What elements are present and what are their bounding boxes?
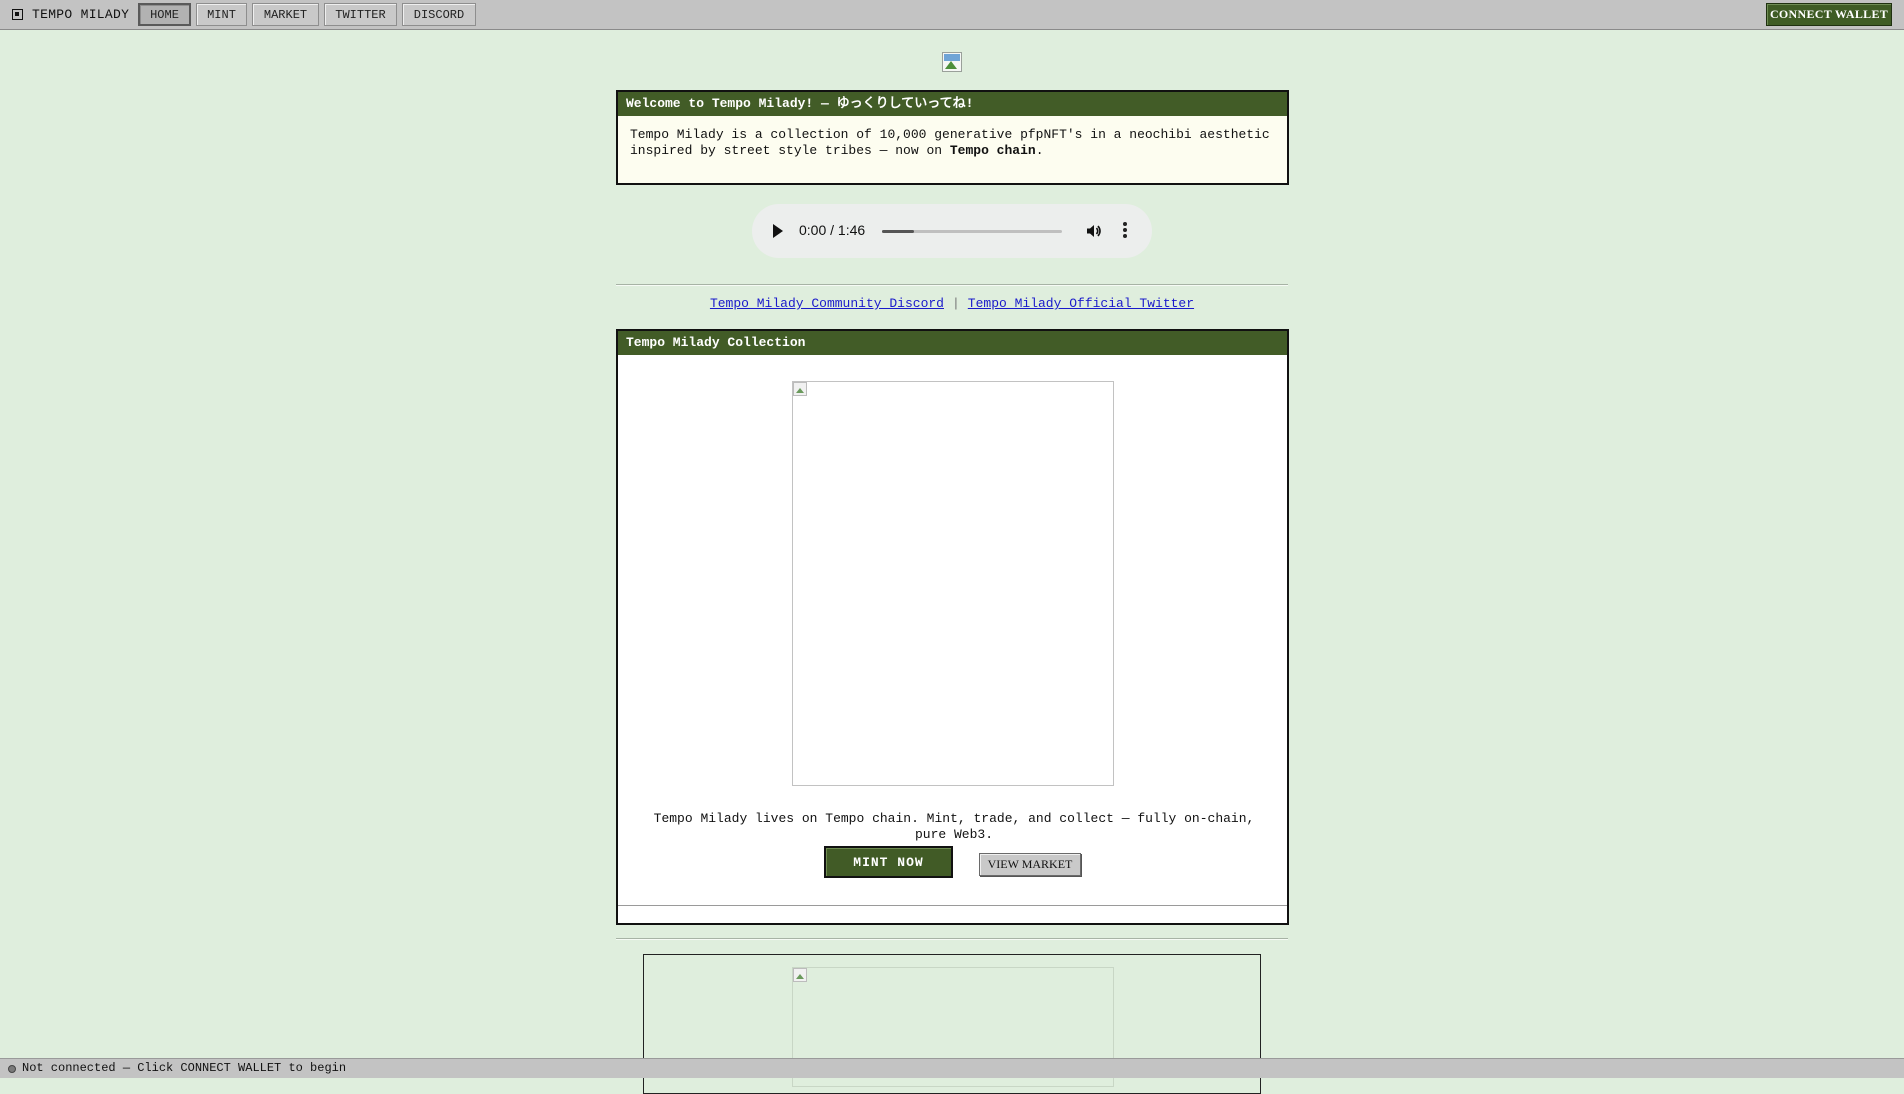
- collection-preview-image: [792, 381, 1114, 786]
- volume-icon[interactable]: [1086, 223, 1102, 239]
- social-links: Tempo Milady Community Discord | Tempo Mil…: [616, 296, 1288, 311]
- nav-discord-label: DISCORD: [413, 7, 465, 22]
- welcome-text-end: .: [1035, 143, 1044, 158]
- nav-twitter-button[interactable]: TWITTER: [324, 3, 397, 26]
- brand[interactable]: TEMPO MILADY: [12, 7, 129, 22]
- connect-wallet-label: CONNECT WALLET: [1769, 7, 1889, 21]
- top-nav-bar: TEMPO MILADY HOME MINT MARKET TWITTER DI…: [0, 0, 1904, 30]
- nav-home-label: HOME: [150, 7, 179, 22]
- broken-image-icon: [793, 968, 807, 982]
- welcome-text: Tempo Milady is a collection of 10,000 g…: [618, 116, 1287, 170]
- logo-broken-image-icon: [942, 52, 962, 72]
- view-market-label: VIEW MARKET: [987, 857, 1073, 871]
- nav-market-button[interactable]: MARKET: [252, 3, 319, 26]
- audio-time: 0:00 / 1:46: [799, 222, 866, 238]
- status-bar: Not connected — Click CONNECT WALLET to …: [0, 1058, 1904, 1078]
- nav-mint-button[interactable]: MINT: [196, 3, 247, 26]
- view-market-button[interactable]: VIEW MARKET: [979, 853, 1081, 876]
- divider-lower: [616, 938, 1288, 940]
- play-icon[interactable]: [773, 224, 783, 238]
- twitter-link[interactable]: Tempo Milady Official Twitter: [968, 296, 1194, 311]
- status-text: Not connected — Click CONNECT WALLET to …: [22, 1061, 347, 1075]
- nav-mint-label: MINT: [207, 7, 236, 22]
- broken-image-icon: [793, 382, 807, 396]
- audio-player: 0:00 / 1:46: [752, 204, 1152, 258]
- collection-description: Tempo Milady lives on Tempo chain. Mint,…: [653, 811, 1255, 842]
- nav-home-button[interactable]: HOME: [138, 3, 191, 26]
- divider: [616, 284, 1288, 286]
- connect-wallet-button[interactable]: CONNECT WALLET: [1766, 3, 1892, 26]
- status-indicator-icon: [8, 1064, 16, 1073]
- welcome-text-chain: Tempo chain: [949, 143, 1036, 158]
- collection-panel: Tempo Milady Collection Tempo Milady liv…: [616, 329, 1289, 925]
- discord-link[interactable]: Tempo Milady Community Discord: [710, 296, 944, 311]
- links-separator: |: [951, 296, 960, 311]
- welcome-title: Welcome to Tempo Milady! — ゆっくりしていってね!: [618, 92, 1287, 116]
- brand-title: TEMPO MILADY: [32, 7, 130, 22]
- nav-discord-button[interactable]: DISCORD: [402, 3, 476, 26]
- collection-title: Tempo Milady Collection: [618, 331, 1287, 355]
- more-options-icon[interactable]: [1122, 222, 1128, 240]
- brand-window-icon: [12, 9, 23, 20]
- mint-now-label: MINT NOW: [853, 854, 924, 870]
- collection-divider: [618, 905, 1287, 906]
- mint-now-button[interactable]: MINT NOW: [824, 846, 953, 878]
- nav-twitter-label: TWITTER: [335, 7, 386, 22]
- audio-seek-slider[interactable]: [882, 230, 1062, 233]
- audio-buffered-bar: [882, 230, 915, 233]
- nav-market-label: MARKET: [263, 7, 308, 22]
- welcome-panel: Welcome to Tempo Milady! — ゆっくりしていってね! T…: [616, 90, 1289, 185]
